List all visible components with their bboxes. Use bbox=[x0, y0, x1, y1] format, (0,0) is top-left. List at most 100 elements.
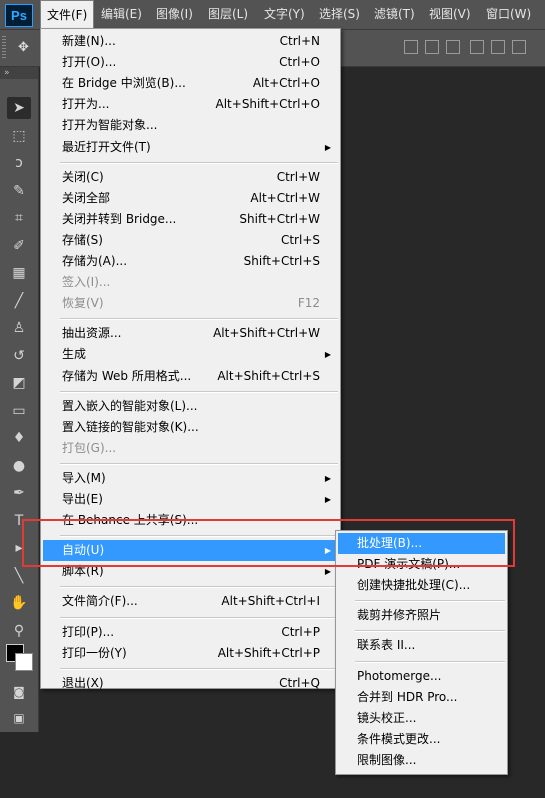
menu-item-label: 存储为 Web 所用格式... bbox=[62, 368, 192, 383]
automate_submenu-item[interactable]: PDF 演示文稿(P)... bbox=[338, 554, 505, 575]
automate_submenu-item[interactable]: 镜头校正... bbox=[338, 708, 505, 729]
file_menu-item[interactable]: 置入链接的智能对象(K)... bbox=[43, 417, 338, 438]
automate_submenu-item[interactable]: 联系表 II... bbox=[338, 635, 505, 656]
menu-file[interactable]: 文件(F) bbox=[40, 0, 95, 28]
pen-tool-icon[interactable]: ✒ bbox=[7, 482, 31, 504]
crop-tool-icon[interactable]: ⌗ bbox=[7, 207, 31, 229]
eyedropper-tool-icon[interactable]: ✐ bbox=[7, 235, 31, 257]
menu-item-label: 在 Behance 上共享(S)... bbox=[62, 513, 199, 528]
automate_submenu-item[interactable]: 创建快捷批处理(C)... bbox=[338, 575, 505, 596]
menu-separator bbox=[355, 600, 505, 603]
brush-tool-icon[interactable]: ╱ bbox=[7, 290, 31, 312]
file_menu-item: 恢复(V) F12 bbox=[43, 293, 338, 314]
options-bar-grip[interactable] bbox=[2, 36, 6, 60]
menu-type[interactable]: 文字(Y) bbox=[264, 0, 305, 29]
file_menu-item[interactable]: 在 Behance 上共享(S)... bbox=[43, 510, 338, 531]
align-center-icon[interactable] bbox=[425, 40, 439, 54]
distribute-middle-icon[interactable] bbox=[491, 40, 505, 54]
automate_submenu-item[interactable]: Photomerge... bbox=[338, 666, 505, 687]
automate_submenu-item[interactable]: 裁剪并修齐照片 bbox=[338, 605, 505, 626]
menu-separator bbox=[355, 630, 505, 633]
screen-mode-icon[interactable]: ▣ bbox=[7, 707, 31, 729]
hand-tool-icon[interactable]: ✋ bbox=[7, 592, 31, 614]
menu-item-label: 抽出资源... bbox=[62, 326, 122, 341]
automate_submenu-item[interactable]: 条件模式更改... bbox=[338, 729, 505, 750]
file_menu-item[interactable]: 文件简介(F)... Alt+Shift+Ctrl+I bbox=[43, 591, 338, 612]
tools-panel-header[interactable]: » bbox=[0, 67, 38, 79]
file_menu-item: 签入(I)... bbox=[43, 272, 338, 293]
file_menu-item[interactable]: 存储为(A)... Shift+Ctrl+S bbox=[43, 251, 338, 272]
clone-stamp-tool-icon[interactable]: ♙ bbox=[7, 317, 31, 339]
background-color-swatch[interactable] bbox=[15, 653, 33, 671]
submenu-arrow-icon: ▶ bbox=[324, 473, 331, 483]
file_menu-item[interactable]: 新建(N)... Ctrl+N bbox=[43, 31, 338, 52]
file_menu-item[interactable]: 置入嵌入的智能对象(L)... bbox=[43, 396, 338, 417]
history-brush-tool-icon[interactable]: ↺ bbox=[7, 345, 31, 367]
menu-item-label: 联系表 II... bbox=[357, 638, 416, 653]
quick-mask-icon[interactable]: ◙ bbox=[7, 681, 31, 703]
file_menu-item[interactable]: 抽出资源... Alt+Shift+Ctrl+W bbox=[43, 323, 338, 344]
menu-item-label: 打印一份(Y) bbox=[62, 645, 127, 660]
menu-image[interactable]: 图像(I) bbox=[156, 0, 193, 29]
file_menu-item[interactable]: 最近打开文件(T) ▶ bbox=[43, 137, 338, 158]
file_menu-item[interactable]: 脚本(R) ▶ bbox=[43, 561, 338, 582]
menu-item-label: 合并到 HDR Pro... bbox=[357, 689, 458, 704]
lasso-tool-icon[interactable]: ↄ bbox=[7, 152, 31, 174]
dodge-tool-icon[interactable]: ● bbox=[7, 455, 31, 477]
menu-separator bbox=[60, 161, 338, 164]
file_menu-item[interactable]: 关闭全部 Alt+Ctrl+W bbox=[43, 188, 338, 209]
file_menu-item[interactable]: 在 Bridge 中浏览(B)... Alt+Ctrl+O bbox=[43, 73, 338, 94]
menu-item-label: 存储为(A)... bbox=[62, 254, 128, 268]
menu-item-label: 生成 bbox=[62, 347, 87, 362]
menu-item-label: 打包(G)... bbox=[62, 440, 117, 455]
menu-window[interactable]: 窗口(W) bbox=[486, 0, 531, 29]
automate_submenu-item[interactable]: 限制图像... bbox=[338, 750, 505, 771]
menu-item-label: 导出(E) bbox=[62, 492, 103, 506]
distribute-bottom-icon[interactable] bbox=[512, 40, 526, 54]
file_menu-item[interactable]: 导入(M) ▶ bbox=[43, 468, 338, 489]
automate_submenu-item[interactable]: 批处理(B)... bbox=[338, 533, 505, 554]
zoom-tool-icon[interactable]: ⚲ bbox=[7, 620, 31, 642]
menu-edit[interactable]: 编辑(E) bbox=[101, 0, 142, 29]
healing-brush-tool-icon[interactable]: ▦ bbox=[7, 262, 31, 284]
menu-item-label: 置入嵌入的智能对象(L)... bbox=[62, 398, 198, 413]
gradient-tool-icon[interactable]: ▭ bbox=[7, 400, 31, 422]
menu-item-label: 关闭并转到 Bridge... bbox=[62, 211, 177, 226]
file_menu-item[interactable]: 打开(O)... Ctrl+O bbox=[43, 52, 338, 73]
file_menu-item[interactable]: 关闭(C) Ctrl+W bbox=[43, 167, 338, 188]
eraser-tool-icon[interactable]: ◩ bbox=[7, 372, 31, 394]
menu-layer[interactable]: 图层(L) bbox=[208, 0, 248, 29]
menu-separator bbox=[60, 462, 338, 465]
file_menu-item[interactable]: 生成 ▶ bbox=[43, 344, 338, 365]
menu-select[interactable]: 选择(S) bbox=[319, 0, 360, 29]
align-left-icon[interactable] bbox=[404, 40, 418, 54]
menu-filter[interactable]: 滤镜(T) bbox=[374, 0, 415, 29]
file_menu-item[interactable]: 打印(P)... Ctrl+P bbox=[43, 622, 338, 643]
align-right-icon[interactable] bbox=[446, 40, 460, 54]
file_menu-item[interactable]: 导出(E) ▶ bbox=[43, 489, 338, 510]
menu-item-label: 打印(P)... bbox=[62, 624, 115, 639]
file_menu-item[interactable]: 打开为智能对象... bbox=[43, 115, 338, 136]
menu-item-label: 签入(I)... bbox=[62, 275, 111, 290]
file_menu-item[interactable]: 关闭并转到 Bridge... Shift+Ctrl+W bbox=[43, 209, 338, 230]
menu-item-label: Photomerge... bbox=[357, 668, 442, 683]
file_menu-item[interactable]: 自动(U) ▶ bbox=[43, 540, 338, 562]
line-tool-icon[interactable]: ╲ bbox=[7, 565, 31, 587]
path-select-tool-icon[interactable]: ▸ bbox=[7, 537, 31, 559]
quick-select-tool-icon[interactable]: ✎ bbox=[7, 180, 31, 202]
marquee-tool-icon[interactable]: ⬚ bbox=[7, 125, 31, 147]
file_menu-item[interactable]: 打印一份(Y) Alt+Shift+Ctrl+P bbox=[43, 643, 338, 664]
automate_submenu-item[interactable]: 合并到 HDR Pro... bbox=[338, 687, 505, 708]
file_menu-item[interactable]: 存储为 Web 所用格式... Alt+Shift+Ctrl+S bbox=[43, 366, 338, 387]
type-tool-icon[interactable]: T bbox=[7, 510, 31, 532]
move-tool-preset-icon[interactable]: ✥ bbox=[18, 40, 29, 55]
file_menu-item[interactable]: 打开为... Alt+Shift+Ctrl+O bbox=[43, 94, 338, 115]
distribute-top-icon[interactable] bbox=[470, 40, 484, 54]
menu-item-label: 裁剪并修齐照片 bbox=[357, 608, 442, 623]
file_menu-item[interactable]: 退出(X) Ctrl+Q bbox=[43, 673, 338, 694]
menu-item-label: 关闭(C) bbox=[62, 169, 104, 184]
move-tool-icon[interactable]: ➤ bbox=[7, 97, 31, 119]
file_menu-item[interactable]: 存储(S) Ctrl+S bbox=[43, 230, 338, 251]
blur-tool-icon[interactable]: ♦ bbox=[7, 427, 31, 449]
menu-view[interactable]: 视图(V) bbox=[429, 0, 471, 29]
